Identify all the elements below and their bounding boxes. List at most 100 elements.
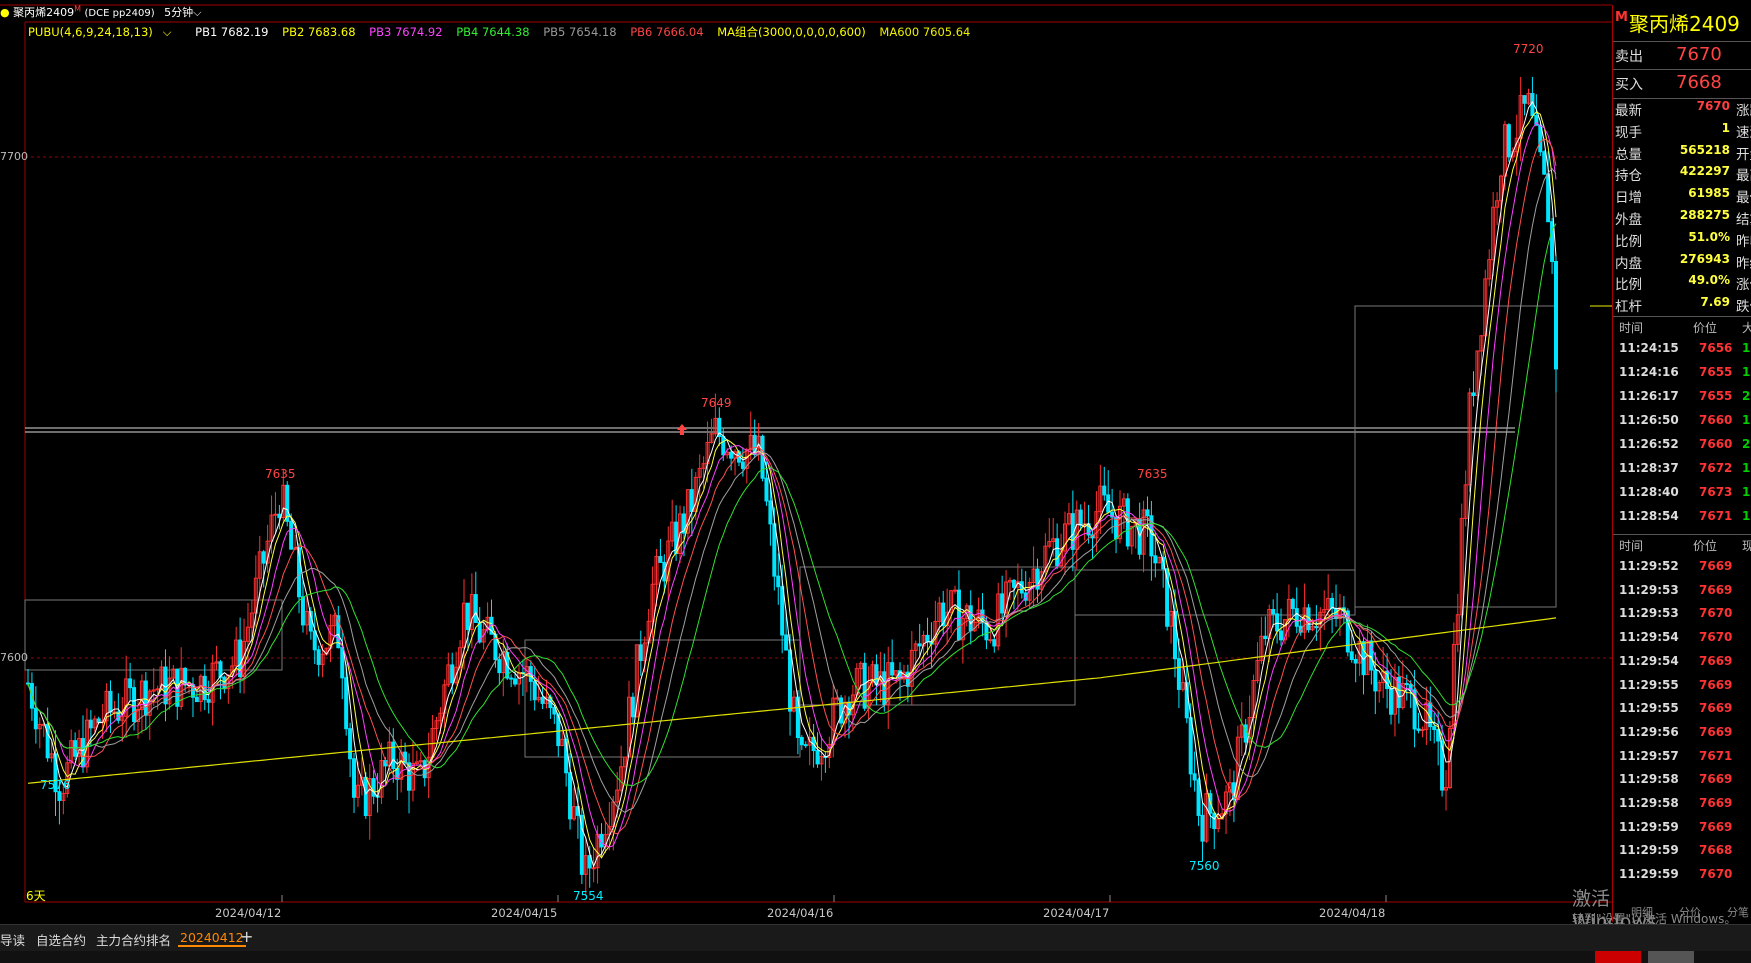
candle-down	[721, 436, 726, 456]
tick-row[interactable]: 11:26:50 7660 1	[1617, 413, 1751, 437]
tick-list-header: 时间 价位 大	[1619, 321, 1751, 335]
ma-combo-label: MA组合(3000,0,0,0,0,600)	[717, 25, 866, 39]
tick-row[interactable]: 11:24:16 7655 1	[1617, 365, 1751, 389]
buy-row[interactable]: 买入 7668	[1613, 69, 1751, 98]
tick-row[interactable]: 11:28:37 7672 1	[1617, 461, 1751, 485]
indicator-name[interactable]: PUBU(4,6,9,24,18,13) ⌵	[28, 25, 181, 39]
candle-down	[1416, 728, 1421, 731]
candle-down	[968, 605, 973, 632]
stat-key: 总量	[1615, 146, 1642, 163]
candle-down	[1188, 717, 1193, 775]
candle-down	[1506, 124, 1511, 158]
stat-key: 现手	[1615, 124, 1642, 141]
candle-down	[772, 523, 777, 577]
candle-down	[352, 758, 357, 798]
tab-ticks[interactable]: 分笔	[1727, 904, 1749, 920]
candle-down	[80, 738, 85, 768]
candle-down	[1389, 688, 1394, 715]
tab-main-contract-rank[interactable]: 主力合约排名	[96, 930, 171, 949]
tick-row[interactable]: 11:29:53 7669	[1617, 583, 1751, 607]
tab-guide[interactable]: 导读	[0, 930, 25, 949]
symbol-title[interactable]: 聚丙烯2409	[13, 6, 74, 19]
arrow-up-icon	[677, 424, 687, 435]
stat-value: 49.0%	[1688, 273, 1730, 288]
stat-row: 日增 61985 最低	[1613, 186, 1751, 208]
stat-row: 持仓 422297 最高	[1613, 164, 1751, 186]
tick-row[interactable]: 11:29:59 7668	[1617, 843, 1751, 867]
tick-row[interactable]: 11:29:54 7670	[1617, 630, 1751, 654]
pb5-value: PB5 7654.18	[543, 25, 617, 39]
candle-down	[194, 696, 199, 703]
tick-row[interactable]: 11:26:52 7660 2	[1617, 437, 1751, 461]
add-tab-button[interactable]: +	[240, 927, 253, 946]
kline-chart-svg[interactable]	[0, 0, 1612, 922]
candle-down	[1000, 593, 1005, 614]
stat-right-key: 最低	[1736, 190, 1751, 207]
candle-down	[450, 664, 455, 684]
tick-row[interactable]: 11:24:15 7656 1	[1617, 341, 1751, 365]
stat-right-key: 最高	[1736, 168, 1751, 185]
candle-down	[917, 643, 922, 647]
tick-row[interactable]: 11:29:56 7669	[1617, 725, 1751, 749]
candle-down	[1353, 658, 1358, 664]
candle-down	[222, 676, 227, 690]
candle-down	[128, 678, 133, 689]
stat-right-key: 速涨	[1736, 124, 1751, 141]
candle-down	[132, 687, 137, 722]
tick-list-2[interactable]: 时间 价位 现 11:29:52 7669 11:29:53 7669 11:29:5…	[1613, 534, 1751, 895]
tab-watchlist[interactable]: 自选合约	[36, 930, 86, 949]
tick-row[interactable]: 11:29:55 7669	[1617, 678, 1751, 702]
panel-title-row: M 聚丙烯2409	[1613, 8, 1751, 36]
tab-detail[interactable]: 明细	[1631, 904, 1653, 920]
candle-down	[1522, 95, 1527, 104]
candle-down	[108, 690, 113, 713]
candle-down	[363, 776, 368, 816]
tick-row[interactable]: 11:29:59 7670	[1617, 867, 1751, 891]
candle-down	[784, 634, 789, 651]
sell-row[interactable]: 卖出 7670	[1613, 41, 1751, 70]
stat-row: 外盘 288275 结算	[1613, 208, 1751, 230]
tick-row[interactable]: 11:29:55 7669	[1617, 701, 1751, 725]
chart-title-bar: ● 聚丙烯2409M (DCE pp2409) 5分钟⌵	[0, 4, 202, 19]
candle-down	[1212, 812, 1217, 830]
stat-value: 61985	[1688, 186, 1730, 201]
candle-down	[803, 744, 808, 747]
tick-row[interactable]: 11:26:17 7655 2	[1617, 389, 1751, 413]
stat-row: 现手 1 速涨	[1613, 121, 1751, 143]
tick-row[interactable]: 11:29:57 7671	[1617, 749, 1751, 773]
tick-row[interactable]: 11:28:54 7671 1	[1617, 509, 1751, 533]
sell-price: 7670	[1676, 44, 1722, 65]
candle-down	[1314, 626, 1319, 629]
stat-row: 比例 51.0% 昨收	[1613, 230, 1751, 252]
tab-20240412[interactable]: 20240412	[178, 930, 246, 947]
stat-right-key: 涨停	[1736, 277, 1751, 294]
stat-key: 内盘	[1615, 255, 1642, 272]
kline-chart-area[interactable]: ● 聚丙烯2409M (DCE pp2409) 5分钟⌵ PUBU(4,6,9,…	[0, 0, 1736, 933]
candle-down	[1114, 516, 1119, 540]
tick-row[interactable]: 11:29:53 7670	[1617, 606, 1751, 630]
tick-row[interactable]: 11:29:58 7669	[1617, 796, 1751, 820]
tick-row[interactable]: 11:29:58 7669	[1617, 772, 1751, 796]
annotation-high-7649: 7649	[701, 396, 732, 410]
candle-down	[1102, 485, 1107, 496]
tick-row[interactable]: 11:29:52 7669	[1617, 559, 1751, 583]
candle-down	[316, 649, 321, 665]
stat-key: 最新	[1615, 103, 1642, 119]
chevron-down-icon: ⌵	[193, 6, 202, 19]
status-gray-badge	[1648, 951, 1694, 963]
candle-down	[88, 719, 93, 729]
candle-down	[630, 696, 635, 718]
period-selector[interactable]: 5分钟⌵	[164, 6, 201, 19]
candle-down	[764, 477, 769, 502]
tick-row[interactable]: 11:29:59 7669	[1617, 820, 1751, 844]
tick-row[interactable]: 11:28:40 7673 1	[1617, 485, 1751, 509]
tick-row[interactable]: 11:29:54 7669	[1617, 654, 1751, 678]
candle-down	[1290, 598, 1295, 610]
tick-list-1[interactable]: 时间 价位 大 11:24:15 7656 1 11:24:16 7655 1 11:26…	[1613, 316, 1751, 535]
candle-down	[1542, 151, 1547, 175]
candle-down	[1055, 538, 1060, 567]
tab-price-dist[interactable]: 分价	[1679, 904, 1701, 920]
candle-up	[988, 639, 993, 642]
candle-down	[890, 662, 895, 676]
candle-down	[1263, 635, 1268, 640]
